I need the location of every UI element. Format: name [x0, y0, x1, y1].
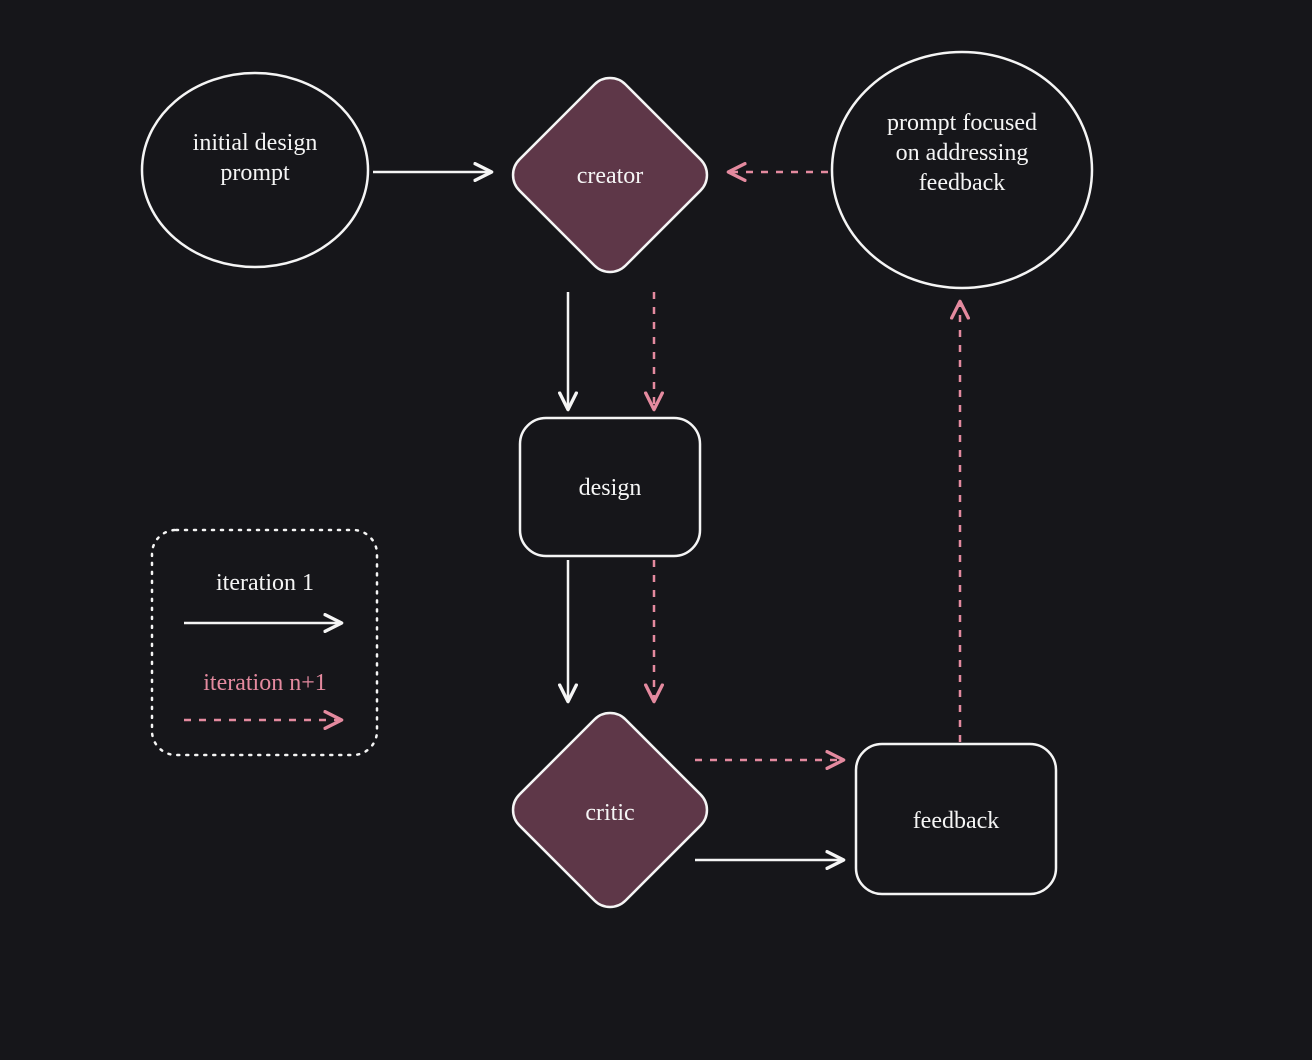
node-initial-prompt-label: initial designprompt	[193, 130, 318, 186]
node-creator: creator	[504, 69, 716, 281]
legend-item-2-label: iteration n+1	[203, 670, 327, 696]
node-design: design	[520, 418, 700, 556]
node-design-label: design	[579, 475, 642, 501]
node-creator-label: creator	[577, 163, 644, 189]
legend: iteration 1 iteration n+1	[152, 530, 377, 755]
node-critic-label: critic	[585, 800, 634, 826]
legend-item-1-label: iteration 1	[216, 570, 314, 596]
node-feedback-prompt: prompt focusedon addressingfeedback	[832, 52, 1092, 288]
node-feedback-label: feedback	[913, 808, 1000, 834]
node-initial-prompt: initial designprompt	[142, 73, 368, 267]
node-feedback: feedback	[856, 744, 1056, 894]
node-critic: critic	[504, 704, 716, 916]
node-feedback-prompt-label: prompt focusedon addressingfeedback	[887, 110, 1037, 196]
flow-diagram: initial designprompt creator prompt focu…	[0, 0, 1312, 1060]
